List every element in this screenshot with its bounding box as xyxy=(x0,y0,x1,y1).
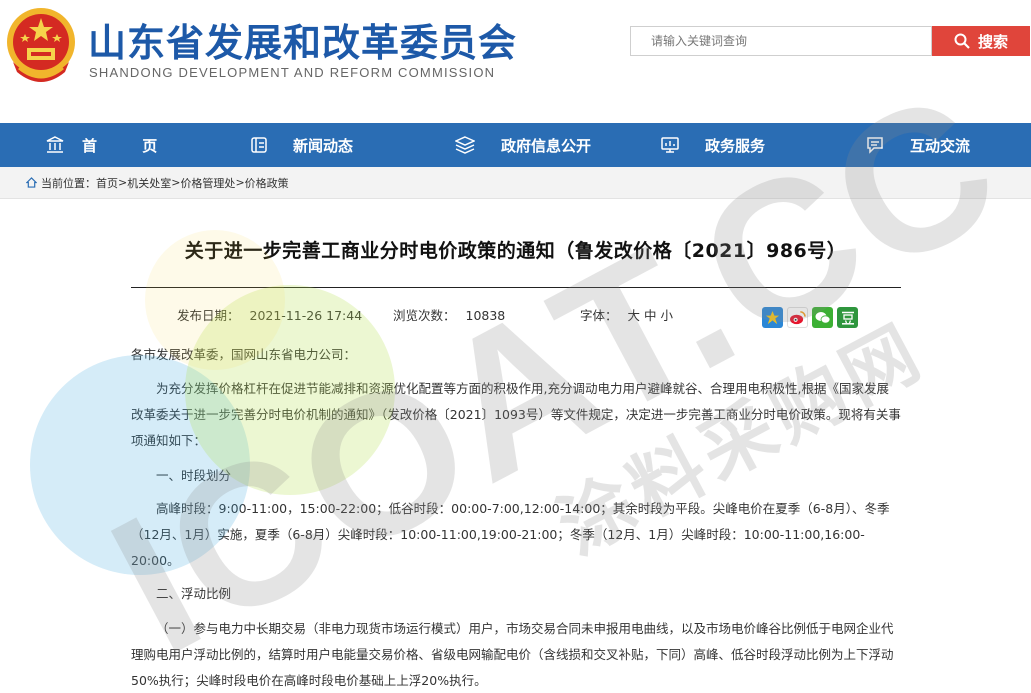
article-intro: 为充分发挥价格杠杆在促进节能减排和资源优化配置等方面的积极作用,充分调动电力用户… xyxy=(131,381,901,448)
font-size-switch: 字体： 大 中 小 xyxy=(580,305,673,324)
font-size-medium[interactable]: 中 xyxy=(644,308,657,323)
breadcrumb-item-price-policy[interactable]: 价格政策 xyxy=(245,175,289,191)
publish-date: 发布日期： 2021-11-26 17:44 xyxy=(177,305,362,324)
layers-icon xyxy=(455,136,475,154)
news-icon xyxy=(250,136,268,154)
chat-icon xyxy=(866,136,884,154)
nav-item-label: 新闻动态 xyxy=(293,136,354,155)
nav-item-label: 互动交流 xyxy=(910,136,971,155)
view-count-value: 10838 xyxy=(465,308,506,323)
nav-item-label: 政务服务 xyxy=(705,136,766,155)
title-divider xyxy=(131,287,901,288)
qzone-icon[interactable] xyxy=(762,307,783,328)
home-icon xyxy=(26,177,37,188)
breadcrumb-item-offices[interactable]: 机关处室 xyxy=(127,175,171,191)
national-emblem-icon[interactable] xyxy=(5,6,77,84)
site-subtitle: SHANDONG DEVELOPMENT AND REFORM COMMISSI… xyxy=(89,65,496,80)
publish-date-label: 发布日期： xyxy=(177,308,240,323)
article-salutation: 各市发展改革委，国网山东省电力公司： xyxy=(131,347,357,362)
nav-item-interaction[interactable]: 互动交流 xyxy=(866,123,970,167)
section-body: （一）参与电力中长期交易（非电力现货市场运行模式）用户，市场交易合同未申报用电曲… xyxy=(131,621,894,688)
nav-item-gov-info[interactable]: 政府信息公开 xyxy=(455,123,591,167)
section-body: 高峰时段：9:00-11:00，15:00-22:00；低谷时段：00:00-7… xyxy=(131,501,890,568)
breadcrumb-item-home[interactable]: 首页 xyxy=(96,175,118,191)
section-heading: 一、时段划分 xyxy=(156,468,232,483)
douban-icon[interactable] xyxy=(837,307,858,328)
nav-item-services[interactable]: 政务服务 xyxy=(661,123,765,167)
search-input[interactable] xyxy=(631,27,931,55)
monitor-icon xyxy=(661,136,679,154)
search-icon xyxy=(954,33,970,49)
publish-date-value: 2021-11-26 17:44 xyxy=(249,308,363,323)
share-bar xyxy=(762,307,858,328)
section-heading: 二、浮动比例 xyxy=(156,586,232,601)
article-title: 关于进一步完善工商业分时电价政策的通知（鲁发改价格〔2021〕986号） xyxy=(184,240,847,262)
search-button[interactable]: 搜索 xyxy=(932,26,1030,56)
search-box xyxy=(630,26,932,56)
site-header: 山东省发展和改革委员会 SHANDONG DEVELOPMENT AND REF… xyxy=(0,0,1031,122)
main-nav: 首 页 新闻动态 政府信息公开 政务服务 互动交流 xyxy=(0,123,1031,167)
nav-item-home[interactable]: 首 页 xyxy=(46,123,177,167)
breadcrumb-prefix: 当前位置： xyxy=(41,176,96,190)
site-title[interactable]: 山东省发展和改革委员会 xyxy=(88,12,517,67)
font-size-small[interactable]: 小 xyxy=(661,308,674,323)
view-count: 浏览次数： 10838 xyxy=(393,305,505,324)
nav-item-label: 首 页 xyxy=(82,136,178,155)
wechat-icon[interactable] xyxy=(812,307,833,328)
nav-item-label: 政府信息公开 xyxy=(501,136,592,155)
search-button-label: 搜索 xyxy=(977,32,1008,51)
breadcrumb-separator: > xyxy=(235,176,245,189)
font-size-label: 字体： xyxy=(580,308,618,323)
weibo-icon[interactable] xyxy=(787,307,808,328)
breadcrumb-separator: > xyxy=(171,176,181,189)
font-size-large[interactable]: 大 xyxy=(628,308,641,323)
breadcrumb: 当前位置： 首页 > 机关处室 > 价格管理处 > 价格政策 xyxy=(0,167,1031,199)
nav-item-news[interactable]: 新闻动态 xyxy=(250,123,353,167)
breadcrumb-separator: > xyxy=(118,176,128,189)
breadcrumb-item-price-dept[interactable]: 价格管理处 xyxy=(180,175,235,191)
bank-icon xyxy=(46,136,64,154)
view-count-label: 浏览次数： xyxy=(393,308,456,323)
